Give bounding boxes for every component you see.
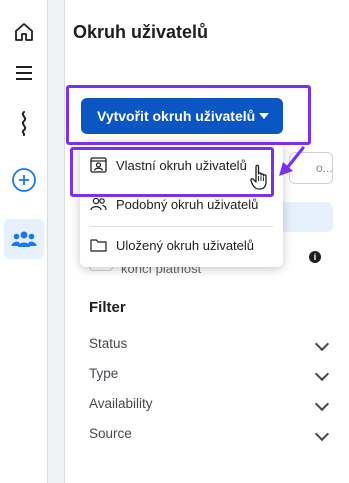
annotation-highlight-custom-audience bbox=[70, 147, 274, 197]
menu-item-label: Podobný okruh uživatelů bbox=[116, 197, 259, 212]
folder-icon bbox=[90, 239, 107, 252]
chevron-down-icon bbox=[314, 426, 330, 442]
filter-type-label: Type bbox=[89, 366, 119, 381]
chevron-down-icon bbox=[314, 366, 330, 382]
squiggle-icon bbox=[21, 111, 27, 136]
home-icon bbox=[15, 23, 33, 41]
info-icon[interactable]: i bbox=[309, 251, 321, 263]
page-title: Okruh uživatelů bbox=[73, 22, 209, 42]
menu-item-saved-audience[interactable]: Uložený okruh uživatelů bbox=[80, 230, 283, 260]
menu-button[interactable] bbox=[4, 53, 44, 93]
filter-type[interactable]: Type bbox=[89, 366, 330, 386]
home-button[interactable] bbox=[4, 12, 44, 52]
filter-title: Filter bbox=[89, 299, 126, 316]
lookalike-people-icon bbox=[90, 197, 107, 211]
chevron-down-icon bbox=[314, 396, 330, 412]
tools-button[interactable] bbox=[4, 103, 44, 143]
filter-source-label: Source bbox=[89, 426, 132, 441]
add-circle-icon bbox=[12, 168, 36, 192]
filter-status-label: Status bbox=[89, 336, 128, 351]
left-rail bbox=[0, 0, 48, 483]
create-button[interactable] bbox=[4, 160, 44, 200]
search-placeholder: o... bbox=[316, 161, 333, 175]
chevron-down-icon bbox=[314, 336, 330, 352]
menu-item-label: Uložený okruh uživatelů bbox=[116, 238, 255, 253]
filter-availability-label: Availability bbox=[89, 396, 153, 411]
menu-icon bbox=[16, 66, 32, 80]
hand-cursor-icon bbox=[250, 164, 267, 190]
annotation-arrow-icon bbox=[279, 146, 305, 176]
audiences-nav-button[interactable] bbox=[4, 219, 44, 259]
filter-source[interactable]: Source bbox=[89, 426, 330, 446]
filter-availability[interactable]: Availability bbox=[89, 396, 330, 416]
filter-status[interactable]: Status bbox=[89, 336, 330, 356]
annotation-highlight-create-button bbox=[66, 85, 311, 145]
menu-divider bbox=[90, 226, 273, 227]
audience-group-icon bbox=[11, 231, 37, 247]
